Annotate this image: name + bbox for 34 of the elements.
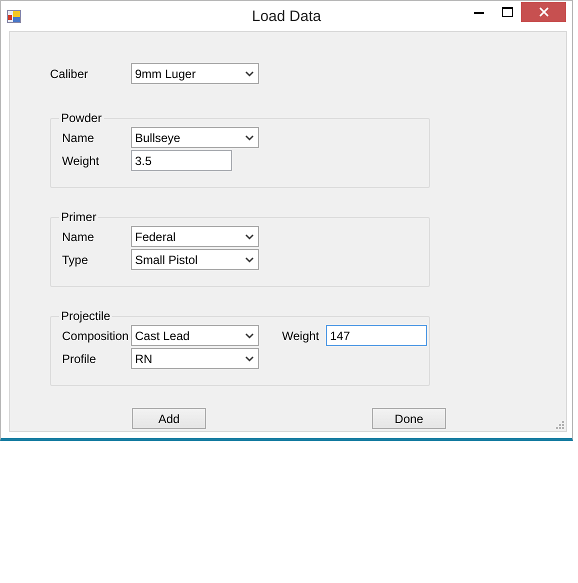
field-label: Profile [62, 352, 98, 366]
close-button[interactable] [521, 2, 566, 22]
dropdown[interactable]: Small Pistol [131, 249, 259, 270]
dialog-button[interactable]: Done [372, 408, 446, 429]
dropdown-caret-icon [245, 134, 254, 140]
dropdown-caret-icon [245, 70, 254, 76]
dropdown[interactable]: Federal [131, 226, 259, 247]
maximize-icon [502, 7, 512, 17]
text-field[interactable]: 147 [326, 325, 427, 346]
field-label: Weight [62, 154, 100, 168]
resize-grip-icon[interactable] [555, 420, 564, 429]
close-icon [538, 7, 548, 17]
group-title: Projectile [60, 309, 112, 323]
minimize-icon [474, 10, 484, 14]
field-label: Name [62, 230, 96, 244]
group-title: Powder [60, 111, 103, 125]
dropdown-caret-icon [245, 256, 254, 262]
dropdown[interactable]: 9mm Luger [131, 63, 259, 84]
dropdown-caret-icon [245, 332, 254, 338]
app-icon [7, 10, 21, 22]
field-label: Composition [62, 328, 130, 342]
dropdown[interactable]: Bullseye [131, 127, 259, 148]
dropdown-caret-icon [245, 356, 254, 362]
window-title: Load Data [252, 8, 322, 25]
text-field[interactable]: 3.5 [131, 150, 232, 171]
dropdown-caret-icon [245, 234, 254, 240]
dropdown[interactable]: RN [131, 348, 259, 369]
dialog-button[interactable]: Add [132, 408, 206, 429]
group-title: Primer [60, 210, 98, 224]
dropdown[interactable]: Cast Lead [131, 325, 259, 346]
field-label: Name [62, 130, 96, 144]
field-label: Weight [282, 328, 320, 342]
field-label: Type [62, 252, 90, 266]
field-label: Caliber [50, 66, 90, 80]
